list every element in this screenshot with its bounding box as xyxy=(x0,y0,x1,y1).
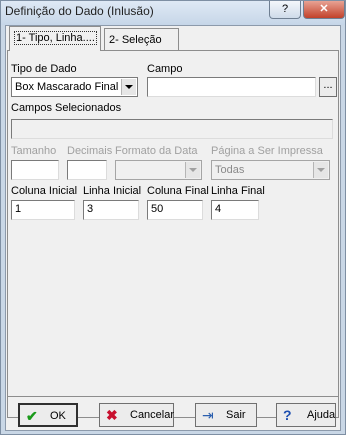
coluna-final-input[interactable]: 50 xyxy=(147,200,203,220)
ok-button[interactable]: ✔ OK xyxy=(18,403,78,427)
pagina-a-ser-impressa-value: Todas xyxy=(215,164,245,176)
dialog-client: 1- Tipo, Linha.... 2- Seleção Tipo de Da… xyxy=(5,25,341,431)
decimais-input[interactable] xyxy=(67,160,107,180)
decimais-label: Decimais xyxy=(67,145,113,157)
ajuda-label: Ajuda xyxy=(307,409,336,421)
sair-button[interactable]: ⇥ Sair xyxy=(195,403,257,427)
tipo-de-dado-value: Box Mascarado Final xyxy=(15,81,119,93)
sair-label: Sair xyxy=(226,409,246,421)
tab-panel: Tipo de Dado Box Mascarado Final Campo .… xyxy=(7,50,339,418)
chevron-down-icon[interactable] xyxy=(313,162,328,178)
title-bar[interactable]: Definição do Dado (Inlusão) ? ✕ xyxy=(1,1,345,25)
check-icon: ✔ xyxy=(26,408,38,424)
ok-label: OK xyxy=(50,410,66,422)
coluna-inicial-label: Coluna Inicial xyxy=(11,185,78,197)
linha-inicial-label: Linha Inicial xyxy=(83,185,142,197)
tab-tipo-linha[interactable]: 1- Tipo, Linha.... xyxy=(9,26,101,51)
linha-final-label: Linha Final xyxy=(211,185,265,197)
tab-tipo-linha-label: 1- Tipo, Linha.... xyxy=(14,31,97,45)
campo-input[interactable] xyxy=(147,77,316,97)
coluna-inicial-input[interactable]: 1 xyxy=(11,200,75,220)
tipo-de-dado-select[interactable]: Box Mascarado Final xyxy=(11,77,138,97)
chevron-down-icon[interactable] xyxy=(121,79,136,95)
tamanho-input[interactable] xyxy=(11,160,59,180)
formato-da-data-select[interactable] xyxy=(115,160,202,180)
tipo-de-dado-label: Tipo de Dado xyxy=(11,63,77,75)
pagina-a-ser-impressa-select[interactable]: Todas xyxy=(211,160,330,180)
linha-final-input[interactable]: 4 xyxy=(211,200,259,220)
campos-selecionados-field xyxy=(11,119,333,139)
close-button[interactable]: ✕ xyxy=(303,1,345,19)
button-bar: ✔ OK ✖ Cancelar ⇥ Sair ? Ajuda xyxy=(7,396,339,431)
campos-selecionados-label: Campos Selecionados xyxy=(11,102,122,114)
campo-label: Campo xyxy=(147,63,183,75)
cancelar-button[interactable]: ✖ Cancelar xyxy=(99,403,174,427)
ajuda-button[interactable]: ? Ajuda xyxy=(276,403,336,427)
exit-icon: ⇥ xyxy=(202,407,214,423)
tab-selecao-label: 2- Seleção xyxy=(109,34,162,46)
pagina-a-ser-impressa-label: Página a Ser Impressa xyxy=(211,145,323,157)
campo-browse-button[interactable]: ... xyxy=(319,77,337,97)
help-title-button[interactable]: ? xyxy=(269,1,301,19)
chevron-down-icon[interactable] xyxy=(185,162,200,178)
tab-selecao[interactable]: 2- Seleção xyxy=(104,28,179,50)
help-icon: ? xyxy=(283,407,292,423)
x-icon: ✖ xyxy=(106,407,118,423)
tamanho-label: Tamanho xyxy=(11,145,57,157)
cancelar-label: Cancelar xyxy=(130,409,175,421)
coluna-final-label: Coluna Final xyxy=(147,185,209,197)
formato-da-data-label: Formato da Data xyxy=(115,145,198,157)
window-title: Definição do Dado (Inlusão) xyxy=(5,4,154,18)
dialog-window: Definição do Dado (Inlusão) ? ✕ 1- Tipo,… xyxy=(0,0,346,435)
linha-inicial-input[interactable]: 3 xyxy=(83,200,139,220)
